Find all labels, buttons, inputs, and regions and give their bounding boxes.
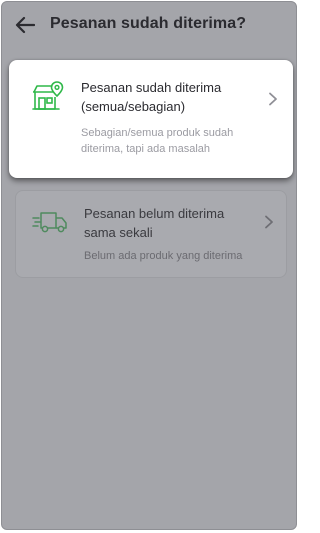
option-description-line: diterima, tapi ada masalah	[81, 143, 211, 155]
option-description-line: Sebagian/semua produk sudah	[81, 127, 234, 139]
store-location-icon	[31, 80, 65, 112]
arrow-left-icon	[15, 16, 35, 34]
option-not-received[interactable]: Pesanan belum diterima sama sekali Belum…	[15, 190, 287, 278]
option-description: Sebagian/semua produk sudah diterima, ta…	[81, 125, 271, 157]
back-button[interactable]	[14, 14, 36, 36]
screen: Pesanan sudah diterima? Pesanan sudah di…	[1, 1, 297, 530]
page-title: Pesanan sudah diterima?	[50, 15, 247, 32]
chevron-right-icon	[265, 215, 273, 229]
option-title: Pesanan belum diterima sama sekali	[84, 204, 254, 242]
option-title-line: (semua/sebagian)	[81, 99, 186, 114]
option-title: Pesanan sudah diterima (semua/sebagian)	[81, 78, 261, 116]
option-title-line: Pesanan belum diterima	[84, 206, 225, 221]
option-title-line: Pesanan sudah diterima	[81, 80, 222, 95]
delivery-truck-icon	[32, 209, 70, 235]
option-received[interactable]: Pesanan sudah diterima (semua/sebagian) …	[9, 60, 293, 178]
option-description: Belum ada produk yang diterima	[84, 250, 243, 262]
header: Pesanan sudah diterima?	[2, 2, 296, 48]
option-title-line: sama sekali	[84, 225, 153, 240]
chevron-right-icon	[269, 92, 277, 106]
